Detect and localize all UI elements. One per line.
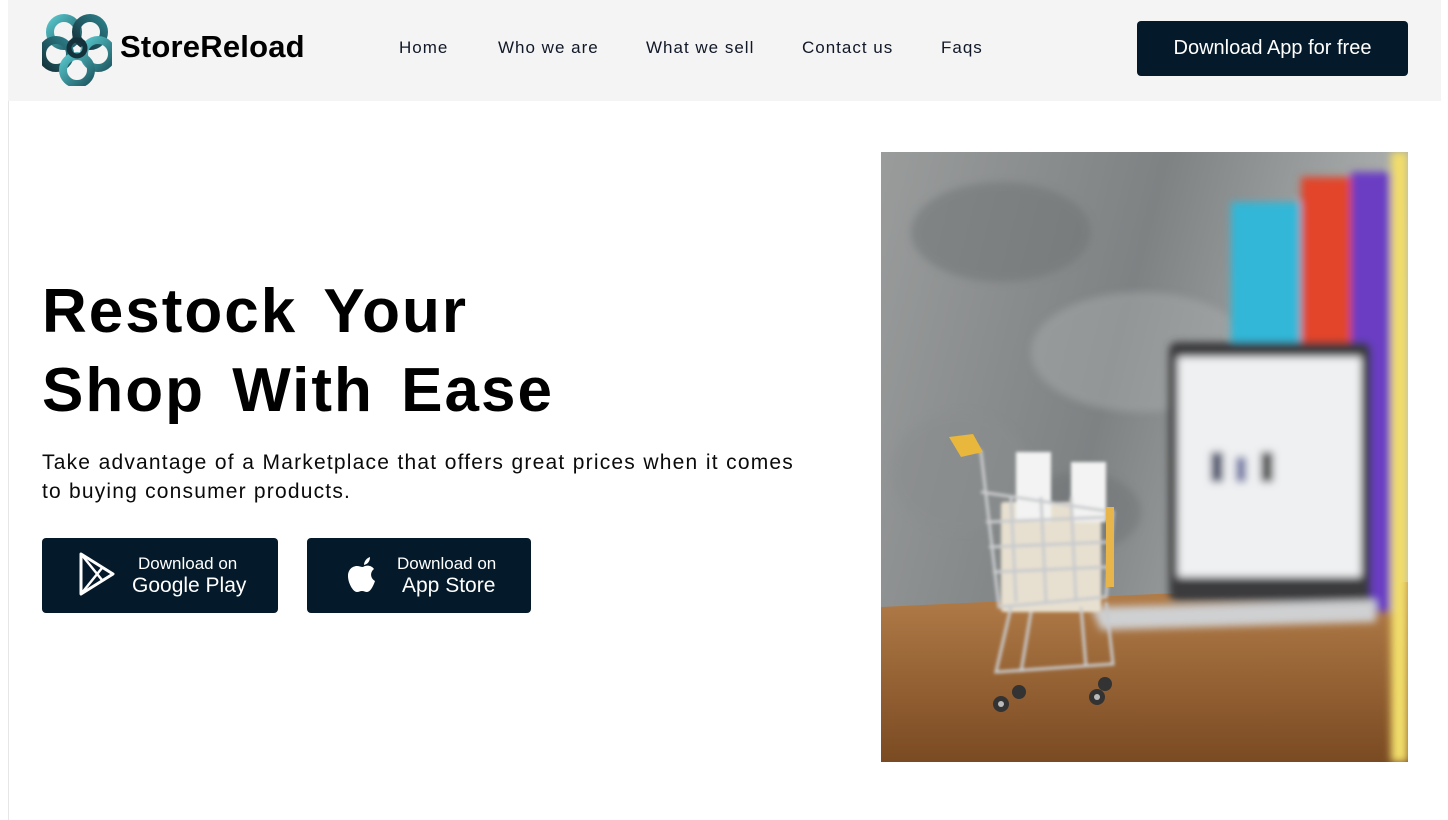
brand-name[interactable]: StoreReload [120, 29, 305, 65]
hero-title: Restock Your Shop With Ease [42, 272, 742, 430]
download-app-button[interactable]: Download App for free [1137, 21, 1408, 76]
nav-faqs[interactable]: Faqs [941, 38, 983, 58]
app-store-label: App Store [402, 574, 496, 597]
google-play-icon [79, 552, 115, 596]
shopping-cart-laptop-photo [881, 152, 1408, 762]
apple-icon [348, 557, 375, 592]
google-play-label: Google Play [132, 574, 247, 597]
knot-logo-icon[interactable] [42, 10, 112, 86]
header: StoreReload Home Who we are What we sell… [8, 0, 1441, 101]
hero-title-line-1: Restock Your [42, 277, 468, 346]
hero-subtitle: Take advantage of a Marketplace that off… [42, 451, 794, 503]
app-store-button[interactable]: Download on App Store [307, 538, 531, 613]
google-play-small-label: Download on [138, 554, 238, 573]
app-store-small-label: Download on [397, 554, 497, 573]
google-play-button[interactable]: Download on Google Play [42, 538, 278, 613]
nav-contact-us[interactable]: Contact us [802, 38, 893, 58]
nav-what-we-sell[interactable]: What we sell [646, 38, 754, 58]
nav-home[interactable]: Home [399, 38, 448, 58]
hero-title-line-2: Shop With Ease [42, 356, 554, 425]
nav-who-we-are[interactable]: Who we are [498, 38, 599, 58]
